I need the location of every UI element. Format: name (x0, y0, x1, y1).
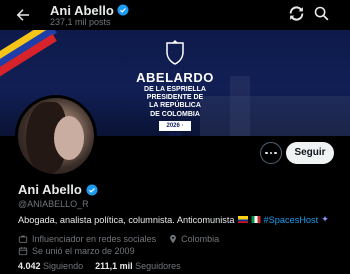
post-count: 237,1 mil posts (50, 17, 111, 27)
profile-meta-row-2: Se unió el marzo de 2009 (18, 246, 135, 256)
colombia-flag-icon (237, 216, 248, 223)
location-text: Colombia (181, 234, 220, 244)
profile-stats: 4.042 Siguiendo 211,1 mil Seguidores (18, 261, 181, 271)
joined-date: Se unió el marzo de 2009 (32, 246, 135, 256)
verified-badge-icon (86, 184, 98, 195)
refresh-icon[interactable] (288, 5, 305, 22)
followers-count: 211,1 mil (95, 261, 133, 271)
briefcase-icon (18, 235, 28, 243)
bio-text: Abogada, analista política, columnista. … (18, 214, 235, 225)
more-dot (269, 151, 273, 155)
back-arrow-icon[interactable] (14, 6, 32, 24)
coat-of-arms-icon (166, 40, 184, 65)
following-link[interactable]: 4.042 Siguiendo (18, 261, 83, 271)
location-pin-icon (170, 234, 176, 244)
profile-meta-row-1: Influenciador en redes sociales Colombia (18, 234, 219, 244)
search-icon[interactable] (313, 5, 330, 22)
bio-hashtag[interactable]: #SpacesHost (264, 215, 319, 225)
calendar-icon (18, 247, 28, 256)
banner-name: ABELARDO (136, 70, 214, 85)
following-label: Siguiendo (43, 261, 84, 271)
sparkle-icon: ✦ (321, 214, 329, 224)
more-dot (265, 151, 268, 155)
follow-button[interactable]: Seguir (286, 142, 334, 164)
avatar[interactable] (15, 95, 97, 177)
more-dot (274, 151, 277, 155)
verified-badge-icon (117, 4, 129, 16)
avatar-face (54, 116, 84, 160)
profile-handle: @ANIABELLO_R (18, 199, 89, 209)
banner-line-1: DE LA ESPRIELLA (144, 86, 206, 93)
header-name: Ani Abello (50, 2, 114, 18)
profile-bio: Abogada, analista política, columnista. … (18, 214, 329, 225)
banner-years: 2026 · 2030 (159, 121, 191, 136)
following-count: 4.042 (18, 261, 41, 271)
followers-link[interactable]: 211,1 mil Seguidores (95, 261, 181, 271)
more-options-button[interactable] (260, 142, 282, 164)
followers-label: Seguidores (135, 261, 181, 271)
header-title-row: Ani Abello (50, 2, 129, 18)
profile-category: Influenciador en redes sociales (32, 234, 157, 244)
italy-flag-icon (251, 216, 261, 223)
profile-name: Ani Abello (18, 182, 82, 197)
profile-name-row: Ani Abello (18, 182, 98, 197)
profile-location: Colombia (168, 234, 219, 244)
top-bar: Ani Abello 237,1 mil posts (0, 0, 350, 30)
